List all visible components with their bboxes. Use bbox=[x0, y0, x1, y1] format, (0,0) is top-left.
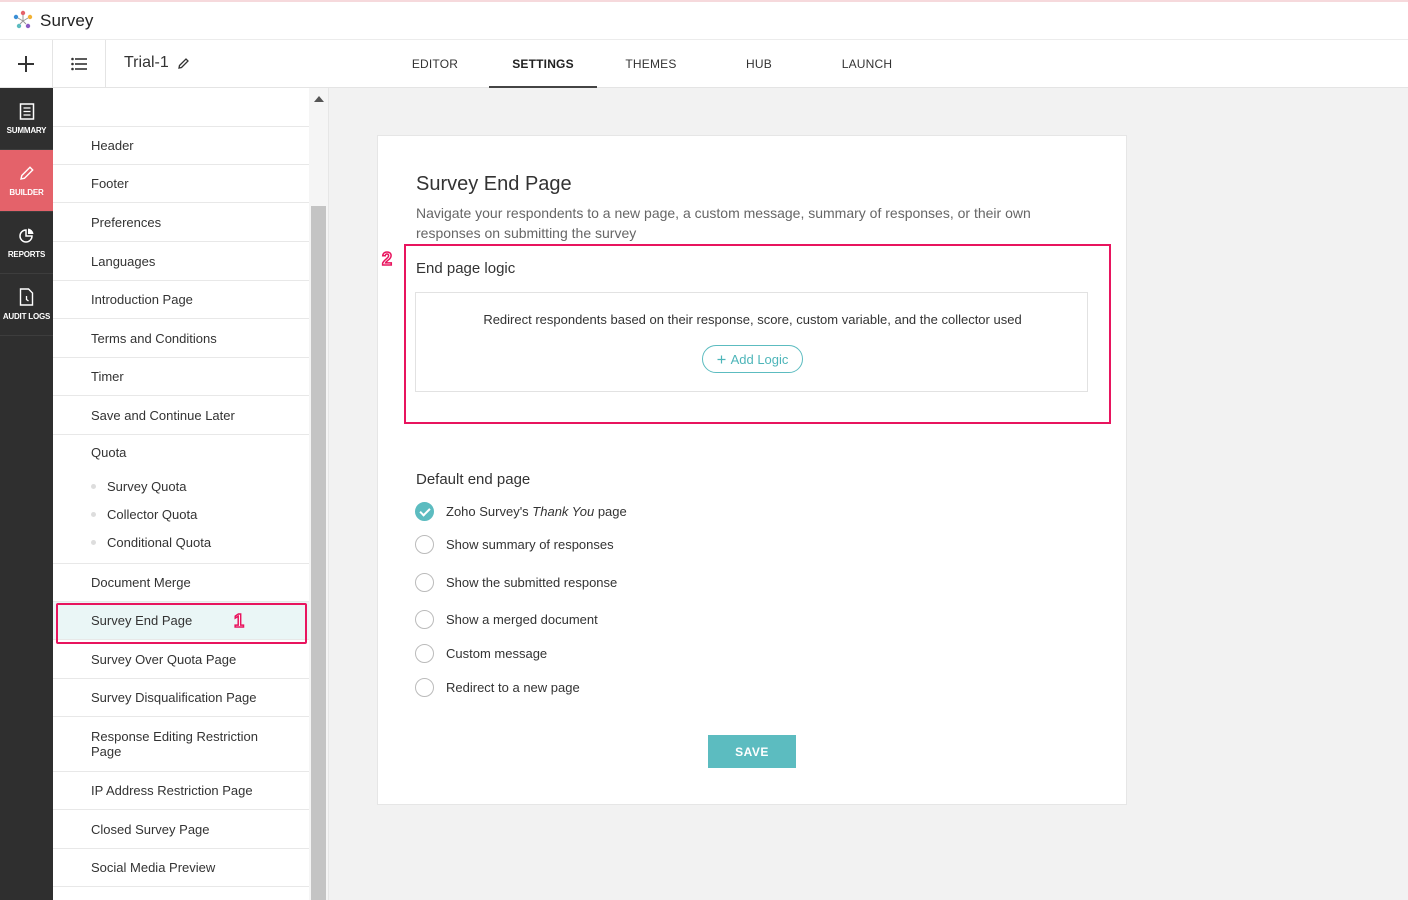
tab-settings[interactable]: SETTINGS bbox=[489, 40, 597, 88]
end-page-settings-card: Survey End Page Navigate your respondent… bbox=[377, 135, 1127, 805]
create-survey-button[interactable] bbox=[0, 40, 53, 87]
nav-builder[interactable]: BUILDER bbox=[0, 150, 53, 212]
left-nav: SUMMARY BUILDER REPORTS AUDIT LOGS bbox=[0, 88, 53, 900]
nav-reports[interactable]: REPORTS bbox=[0, 212, 53, 274]
survey-list-button[interactable] bbox=[53, 40, 106, 87]
annotation-number-2: 2 bbox=[381, 248, 393, 270]
summary-icon bbox=[19, 102, 34, 120]
settings-item-preferences[interactable]: Preferences bbox=[53, 203, 309, 242]
settings-item-closed-survey-page[interactable]: Closed Survey Page bbox=[53, 810, 309, 849]
settings-item-header[interactable]: Header bbox=[53, 127, 309, 165]
annotation-number-1: 1 bbox=[233, 610, 245, 632]
pie-chart-icon bbox=[19, 228, 34, 243]
settings-item-languages[interactable]: Languages bbox=[53, 242, 309, 281]
survey-logo-icon[interactable] bbox=[10, 8, 36, 34]
tab-themes[interactable]: THEMES bbox=[597, 40, 705, 87]
radio-unchecked[interactable] bbox=[415, 535, 434, 554]
settings-item-introduction-page[interactable]: Introduction Page bbox=[53, 281, 309, 319]
option-show-merged-document[interactable]: Show a merged document bbox=[415, 610, 598, 629]
plus-icon bbox=[717, 355, 726, 363]
option-custom-message-label: Custom message bbox=[446, 646, 548, 661]
pencil-icon bbox=[20, 165, 34, 180]
radio-unchecked[interactable] bbox=[415, 573, 434, 592]
option-custom-message[interactable]: Custom message bbox=[415, 644, 547, 663]
settings-subitem-conditional-quota[interactable]: Conditional Quota bbox=[91, 535, 211, 550]
option-thank-you-label: Zoho Survey's Thank You page bbox=[446, 504, 627, 519]
app-title: Survey bbox=[40, 10, 94, 30]
settings-list-top-spacer bbox=[53, 88, 309, 127]
nav-audit-logs-label: AUDIT LOGS bbox=[2, 312, 51, 321]
radio-unchecked[interactable] bbox=[415, 644, 434, 663]
option-show-summary[interactable]: Show summary of responses bbox=[415, 535, 614, 554]
survey-name: Trial-1 bbox=[124, 54, 190, 72]
option-thank-you-page[interactable]: Zoho Survey's Thank You page bbox=[415, 502, 627, 521]
end-page-logic-text: Redirect respondents based on their resp… bbox=[483, 312, 1022, 327]
settings-item-timer[interactable]: Timer bbox=[53, 358, 309, 396]
settings-item-social-media-preview[interactable]: Social Media Preview bbox=[53, 849, 309, 887]
settings-list: Header Footer Preferences Languages Intr… bbox=[53, 88, 309, 900]
settings-subitem-collector-quota[interactable]: Collector Quota bbox=[91, 507, 197, 522]
settings-list-scrollbar[interactable] bbox=[309, 88, 329, 900]
settings-subitem-survey-quota[interactable]: Survey Quota bbox=[91, 479, 187, 494]
option-show-merged-document-label: Show a merged document bbox=[446, 612, 598, 627]
option-redirect-new-page[interactable]: Redirect to a new page bbox=[415, 678, 580, 697]
option-show-summary-label: Show summary of responses bbox=[446, 537, 614, 552]
list-icon bbox=[71, 57, 87, 70]
scrollbar-thumb[interactable] bbox=[311, 206, 326, 900]
radio-checked[interactable] bbox=[415, 502, 434, 521]
nav-builder-label: BUILDER bbox=[9, 187, 44, 197]
settings-item-terms-and-conditions[interactable]: Terms and Conditions bbox=[53, 319, 309, 358]
add-logic-button[interactable]: Add Logic bbox=[702, 345, 803, 373]
annotation-highlight-1 bbox=[56, 603, 307, 644]
default-end-page-title: Default end page bbox=[416, 471, 531, 488]
settings-item-response-editing-restriction-page[interactable]: Response Editing Restriction Page bbox=[53, 717, 309, 772]
end-page-logic-box: Redirect respondents based on their resp… bbox=[415, 292, 1088, 392]
nav-summary[interactable]: SUMMARY bbox=[0, 88, 53, 150]
option-show-submitted-response-label: Show the submitted response bbox=[446, 575, 618, 590]
plus-icon bbox=[18, 55, 34, 72]
page-title: Survey End Page bbox=[416, 173, 572, 195]
radio-unchecked[interactable] bbox=[415, 610, 434, 629]
nav-summary-label: SUMMARY bbox=[6, 125, 47, 135]
settings-item-ip-address-restriction-page[interactable]: IP Address Restriction Page bbox=[53, 772, 309, 810]
survey-toolbar: Trial-1 EDITOR SETTINGS THEMES HUB LAUNC… bbox=[0, 40, 1408, 88]
settings-item-footer[interactable]: Footer bbox=[53, 165, 309, 203]
radio-unchecked[interactable] bbox=[415, 678, 434, 697]
page-description: Navigate your respondents to a new page,… bbox=[416, 205, 1031, 241]
tab-launch[interactable]: LAUNCH bbox=[813, 40, 921, 87]
add-logic-label: Add Logic bbox=[730, 351, 789, 367]
app-header: Survey bbox=[0, 2, 1408, 40]
settings-item-survey-over-quota-page[interactable]: Survey Over Quota Page bbox=[53, 640, 309, 679]
option-show-submitted-response[interactable]: Show the submitted response bbox=[415, 573, 617, 592]
settings-item-document-merge[interactable]: Document Merge bbox=[53, 564, 309, 602]
settings-item-save-and-continue-later[interactable]: Save and Continue Later bbox=[53, 396, 309, 435]
settings-item-survey-disqualification-page[interactable]: Survey Disqualification Page bbox=[53, 679, 309, 717]
tab-editor[interactable]: EDITOR bbox=[381, 40, 489, 87]
scroll-up-arrow-icon[interactable] bbox=[314, 96, 324, 102]
nav-reports-label: REPORTS bbox=[7, 249, 46, 259]
settings-item-quota-label: Quota bbox=[91, 445, 127, 460]
option-redirect-new-page-label: Redirect to a new page bbox=[446, 680, 580, 695]
main-content: Survey End Page Navigate your respondent… bbox=[329, 88, 1408, 900]
edit-pencil-icon[interactable] bbox=[177, 57, 190, 70]
end-page-logic-title: End page logic bbox=[416, 260, 516, 277]
nav-audit-logs[interactable]: AUDIT LOGS bbox=[0, 274, 53, 336]
audit-log-icon bbox=[19, 288, 34, 306]
main-tabs: EDITOR SETTINGS THEMES HUB LAUNCH bbox=[381, 40, 921, 88]
save-button[interactable]: SAVE bbox=[708, 735, 796, 768]
tab-hub[interactable]: HUB bbox=[705, 40, 813, 87]
survey-name-label: Trial-1 bbox=[124, 54, 169, 71]
